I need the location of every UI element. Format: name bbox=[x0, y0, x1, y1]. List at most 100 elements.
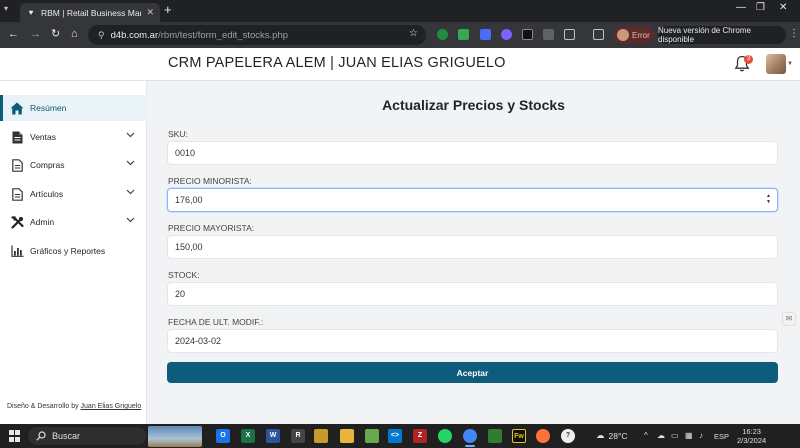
sidebar-item-compras[interactable]: Compras bbox=[0, 152, 147, 178]
windows-start-icon[interactable] bbox=[9, 430, 21, 442]
taskbar-clock[interactable]: 16:23 2/3/2024 bbox=[737, 427, 766, 445]
help-icon[interactable]: ? bbox=[561, 429, 575, 443]
number-spinner-icon[interactable]: ▲ ▼ bbox=[765, 193, 772, 205]
stock-input[interactable] bbox=[167, 282, 778, 306]
clock-time: 16:23 bbox=[742, 427, 761, 436]
extension-hex-icon[interactable] bbox=[458, 29, 469, 40]
clock-date: 2/3/2024 bbox=[737, 436, 767, 445]
minimize-icon[interactable]: — bbox=[736, 2, 746, 13]
fecha-ult-modif-input[interactable] bbox=[167, 329, 778, 353]
outlook-icon[interactable]: O bbox=[216, 429, 230, 443]
footer-credit: Diseño & Desarrollo by Juan Elias Grigue… bbox=[7, 403, 141, 410]
profile-button[interactable]: Error bbox=[614, 26, 654, 44]
chrome-active-indicator bbox=[465, 445, 475, 447]
sidebar-item-label: Ventas bbox=[30, 132, 56, 142]
chevron-down-icon bbox=[126, 217, 135, 223]
temperature: 28°C bbox=[608, 430, 628, 441]
battery-icon[interactable]: ▭ bbox=[671, 431, 679, 440]
input-language[interactable]: ESP bbox=[714, 432, 729, 441]
browser-tab[interactable]: ♥ RBM | Retail Business Managem ✕ bbox=[20, 3, 160, 22]
close-window-icon[interactable]: ✕ bbox=[779, 2, 787, 13]
fecha-ult-modif-label: FECHA DE ULT. MODIF.: bbox=[168, 317, 264, 327]
side-panel-icon[interactable] bbox=[593, 29, 604, 40]
tab-search-icon[interactable]: ▾ bbox=[4, 4, 8, 13]
bar-chart-icon bbox=[10, 244, 24, 258]
sku-input[interactable] bbox=[167, 141, 778, 165]
chrome-update-button[interactable]: Nueva versión de Chrome disponible bbox=[658, 26, 786, 44]
volume-icon[interactable]: ♪ bbox=[699, 431, 703, 440]
chevron-down-icon bbox=[126, 160, 135, 166]
notepad-icon[interactable] bbox=[365, 429, 379, 443]
sidebar-item-ventas[interactable]: Ventas bbox=[0, 124, 147, 150]
excel-icon[interactable]: X bbox=[241, 429, 255, 443]
onedrive-icon[interactable]: ☁ bbox=[657, 431, 665, 440]
sidebar: Resúmen Ventas Compras Artículos Admin G… bbox=[0, 81, 147, 424]
taskbar-widget-image[interactable] bbox=[148, 426, 202, 447]
bookmark-star-icon[interactable]: ☆ bbox=[409, 28, 418, 39]
home-icon[interactable]: ⌂ bbox=[71, 27, 78, 41]
chrome-icon[interactable] bbox=[463, 429, 477, 443]
sidebar-item-admin[interactable]: Admin bbox=[0, 209, 147, 235]
sidebar-item-label: Compras bbox=[30, 160, 65, 170]
new-tab-icon[interactable]: + bbox=[164, 3, 172, 17]
sidebar-item-label: Resúmen bbox=[30, 103, 67, 113]
fireworks-icon[interactable]: Fw bbox=[512, 429, 526, 443]
user-avatar[interactable] bbox=[766, 54, 786, 74]
extension-purple-icon[interactable] bbox=[501, 29, 512, 40]
site-info-icon[interactable]: ⚲ bbox=[98, 30, 105, 41]
extension-blue-icon[interactable] bbox=[480, 29, 491, 40]
avatar-caret-icon[interactable]: ▼ bbox=[787, 61, 793, 67]
precio-minorista-input[interactable] bbox=[167, 188, 778, 212]
word-icon[interactable]: W bbox=[266, 429, 280, 443]
filezilla-icon[interactable]: Z bbox=[413, 429, 427, 443]
home-icon bbox=[10, 101, 24, 115]
chrome-menu-icon[interactable]: ⋮ bbox=[789, 28, 799, 39]
precio-minorista-label: PRECIO MINORISTA: bbox=[168, 176, 252, 186]
extensions-puzzle-icon[interactable] bbox=[564, 29, 575, 40]
browser-tab-title: RBM | Retail Business Managem bbox=[41, 7, 141, 18]
sku-label: SKU: bbox=[168, 129, 188, 139]
sidebar-item-label: Artículos bbox=[30, 189, 64, 199]
footer-credit-prefix: Diseño & Desarrollo by bbox=[7, 403, 81, 410]
sidebar-item-resumen[interactable]: Resúmen bbox=[0, 95, 147, 121]
taskbar-search-label: Buscar bbox=[52, 431, 81, 441]
aceptar-button[interactable]: Aceptar bbox=[167, 362, 778, 383]
form-title: Actualizar Precios y Stocks bbox=[382, 97, 565, 113]
tray-overflow-icon[interactable]: ^ bbox=[644, 431, 648, 440]
sidebar-item-graficos-reportes[interactable]: Gráficos y Reportes bbox=[0, 238, 147, 264]
reload-icon[interactable]: ↻ bbox=[51, 27, 60, 41]
file-outline-icon bbox=[10, 187, 24, 201]
search-icon bbox=[36, 431, 46, 441]
weather-widget[interactable]: ☁ 28°C bbox=[596, 430, 628, 441]
app-check-icon[interactable] bbox=[488, 429, 502, 443]
windows-taskbar: Buscar O X W R <> Z Fw ? ☁ 28°C ^ ☁ ▭ ▦ … bbox=[0, 424, 800, 448]
firefox-icon[interactable] bbox=[536, 429, 550, 443]
extension-video-icon[interactable] bbox=[543, 29, 554, 40]
app-r-icon[interactable]: R bbox=[291, 429, 305, 443]
stock-label: STOCK: bbox=[168, 270, 200, 280]
precio-mayorista-input[interactable] bbox=[167, 235, 778, 259]
profile-status: Error bbox=[632, 30, 650, 40]
back-icon[interactable]: ← bbox=[8, 27, 19, 41]
file-explorer-icon[interactable] bbox=[340, 429, 354, 443]
profile-avatar-icon bbox=[617, 29, 629, 41]
forward-icon[interactable]: → bbox=[30, 27, 41, 41]
precio-minorista-field: ▲▼ bbox=[167, 188, 778, 212]
taskbar-search[interactable]: Buscar bbox=[28, 427, 146, 445]
archive-icon[interactable] bbox=[314, 429, 328, 443]
restore-icon[interactable]: ❐ bbox=[756, 2, 765, 13]
close-tab-icon[interactable]: ✕ bbox=[146, 7, 154, 18]
precio-mayorista-label: PRECIO MAYORISTA: bbox=[168, 223, 255, 233]
vscode-icon[interactable]: <> bbox=[388, 429, 402, 443]
whatsapp-icon[interactable] bbox=[438, 429, 452, 443]
address-bar[interactable]: ⚲ d4b.com.ar /rbm/test/form_edit_stocks.… bbox=[88, 25, 426, 45]
sidebar-item-articulos[interactable]: Artículos bbox=[0, 181, 147, 207]
url-host: d4b.com.ar bbox=[110, 29, 159, 41]
browser-toolbar: ← → ↻ ⌂ ⚲ d4b.com.ar /rbm/test/form_edit… bbox=[0, 22, 800, 48]
extension-green-icon[interactable] bbox=[437, 29, 448, 40]
author-link[interactable]: Juan Elias Griguelo bbox=[81, 403, 142, 410]
side-panel-mail-icon[interactable]: ✉ bbox=[782, 312, 796, 326]
url-path: /rbm/test/form_edit_stocks.php bbox=[158, 29, 289, 41]
extension-dark-icon[interactable] bbox=[522, 29, 533, 40]
network-icon[interactable]: ▦ bbox=[685, 431, 693, 440]
